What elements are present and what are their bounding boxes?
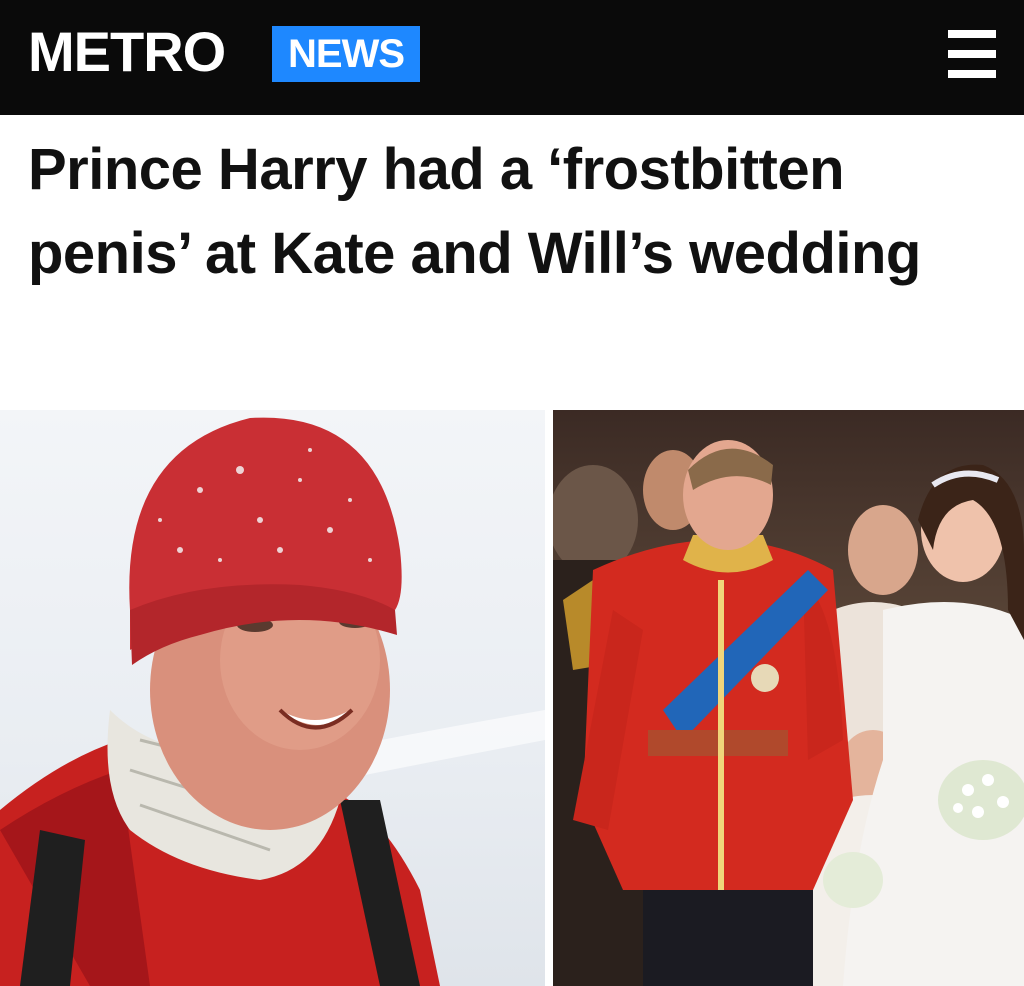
hamburger-menu-icon[interactable] bbox=[944, 28, 1000, 80]
metro-logo[interactable]: METRO bbox=[28, 22, 226, 82]
top-navigation-bar: METRO NEWS bbox=[0, 0, 1024, 115]
menu-bar bbox=[948, 50, 996, 58]
article-headline: Prince Harry had a ‘frostbitten penis’ a… bbox=[28, 137, 921, 286]
royal-wedding-photo bbox=[553, 410, 1024, 986]
news-section-badge[interactable]: NEWS bbox=[272, 26, 420, 82]
menu-bar bbox=[948, 70, 996, 78]
menu-bar bbox=[948, 30, 996, 38]
harry-in-snow-photo bbox=[0, 410, 545, 986]
